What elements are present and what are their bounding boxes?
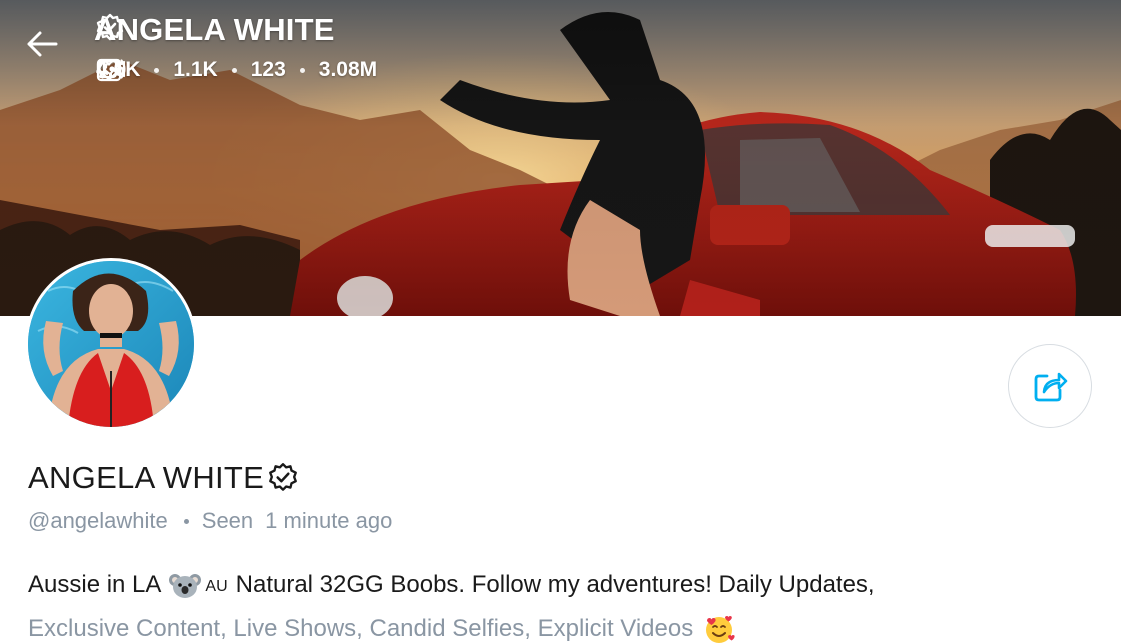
share-button[interactable]	[1008, 344, 1092, 428]
flag-au-text: AU	[205, 578, 228, 595]
bio-line-2: Exclusive Content, Live Shows, Candid Se…	[28, 608, 1088, 643]
heart-icon	[97, 59, 121, 81]
share-icon	[1034, 372, 1068, 402]
bio-text-c: Exclusive Content, Live Shows, Candid Se…	[28, 615, 694, 642]
avatar[interactable]	[25, 258, 197, 430]
bio-text-b: Natural 32GG Boobs. Follow my adventures…	[235, 571, 875, 598]
arrow-left-icon	[27, 31, 58, 57]
stat-videos-value: 1.1K	[173, 58, 218, 81]
koala-icon	[169, 574, 202, 598]
seen-label: Seen	[201, 508, 254, 533]
back-button[interactable]	[26, 30, 68, 72]
profile-name-text: ANGELA WHITE	[28, 460, 265, 495]
verified-badge-icon	[269, 463, 298, 491]
profile-name: ANGELA WHITE	[28, 460, 300, 496]
stat-streams: 123	[98, 58, 286, 82]
profile-handle[interactable]: @angelawhite	[28, 508, 168, 534]
stat-separator	[231, 67, 237, 73]
avatar-photo	[28, 261, 194, 427]
header-title: ANGELA WHITE	[94, 12, 335, 48]
bio-line-1: Aussie in LA AU Natural 32GG Boobs. Foll…	[28, 562, 1088, 608]
seen-time: 1 minute ago	[265, 508, 393, 533]
stat-likes-value: 3.08M	[318, 58, 378, 81]
cover-image: ANGELA WHITE 4.6K 1.1K 123 3.08M	[0, 0, 1121, 316]
verified-badge-icon	[96, 13, 124, 41]
smiling-face-with-hearts-icon	[706, 616, 735, 643]
stat-separator	[154, 67, 160, 73]
header-name: ANGELA WHITE	[94, 12, 335, 47]
handle-row: @angelawhite Seen 1 minute ago	[28, 508, 392, 534]
stat-streams-value: 123	[250, 58, 286, 81]
stat-likes: 3.08M	[97, 58, 378, 82]
profile-bio: Aussie in LA AU Natural 32GG Boobs. Foll…	[28, 562, 1088, 643]
handle-separator	[183, 518, 189, 524]
stat-videos: 1.1K	[96, 58, 218, 82]
stat-separator	[299, 67, 305, 73]
header-stats: 4.6K 1.1K 123 3.08M	[96, 58, 377, 82]
bio-text-a: Aussie in LA	[28, 571, 162, 598]
